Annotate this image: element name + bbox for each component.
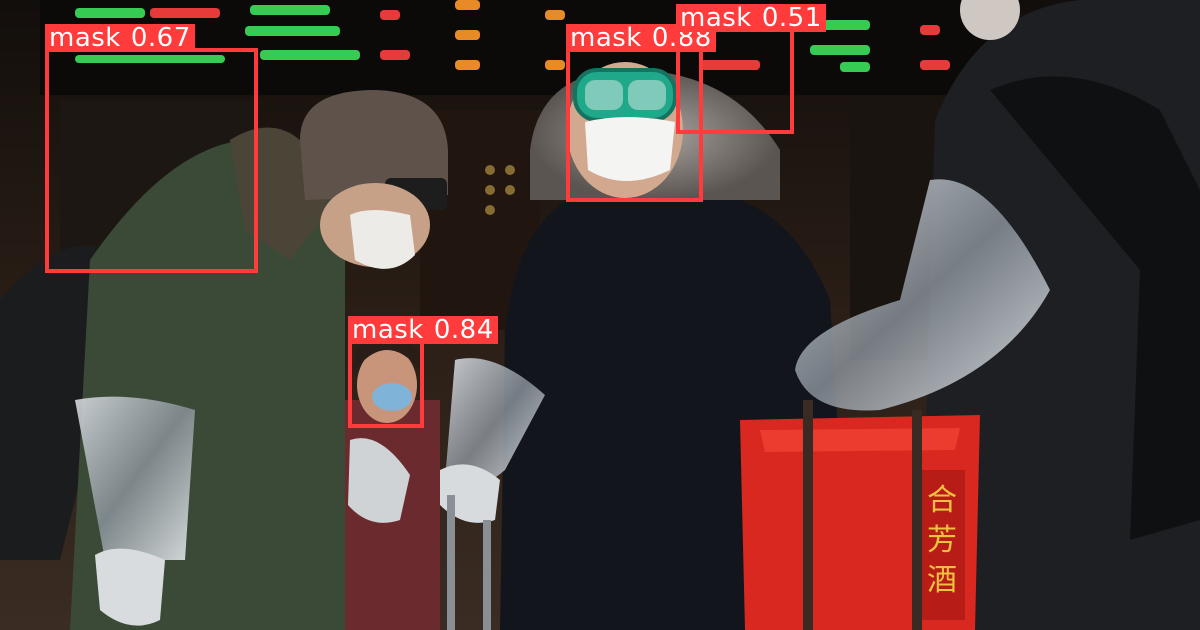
confidence-score: 0.51 [761, 3, 822, 33]
confidence-score: 0.67 [130, 23, 191, 53]
svg-text:芳: 芳 [927, 523, 957, 558]
class-name: mask [49, 23, 121, 53]
detection-box-mask-084: mask 0.84 [348, 316, 498, 428]
class-name: mask [570, 23, 642, 53]
detection-label: mask 0.84 [348, 316, 498, 344]
red-shopping-bag: 合 芳 酒 [740, 400, 980, 630]
confidence-score: 0.84 [433, 315, 494, 345]
detection-image: 合 芳 酒 mask 0.67 mask 0.88 mask 0.51 mask 0.8… [0, 0, 1200, 630]
class-name: mask [352, 315, 424, 345]
svg-text:合: 合 [927, 483, 957, 518]
detection-box-mask-051: mask 0.51 [676, 4, 826, 134]
detection-label: mask 0.51 [676, 4, 826, 32]
detection-box-mask-067: mask 0.67 [45, 24, 258, 273]
class-name: mask [680, 3, 752, 33]
svg-text:酒: 酒 [927, 563, 957, 598]
detection-label: mask 0.67 [45, 24, 195, 52]
